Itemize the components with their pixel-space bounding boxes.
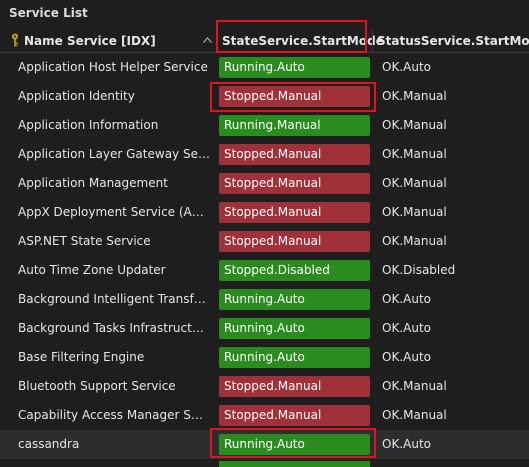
table-row[interactable]: Application Layer Gateway Service Stopped… (0, 140, 529, 169)
key-icon (12, 33, 18, 47)
column-header-status-label: StatusService.StartMode (377, 34, 529, 48)
state-cell: Running.Auto (219, 289, 370, 310)
status-cell: OK.Auto (382, 321, 431, 335)
status-cell: OK.Auto (382, 60, 431, 74)
table-row[interactable]: Application Information Running.Manual OK.… (0, 111, 529, 140)
status-cell: OK.Manual (382, 89, 447, 103)
status-cell: OK.Manual (382, 379, 447, 393)
service-name-cell: ASP.NET State Service (18, 234, 151, 248)
service-name-cell: cassandra (18, 437, 80, 451)
state-cell: Stopped.Manual (219, 144, 370, 165)
column-header-state[interactable]: StateService.StartMode (222, 30, 384, 52)
panel-title: Service List (9, 6, 88, 20)
sort-ascending-icon[interactable] (203, 37, 212, 43)
column-header-name-label: Name Service [IDX] (24, 34, 156, 48)
service-name-cell: Application Identity (18, 89, 135, 103)
state-cell-partial (219, 461, 370, 467)
service-list-panel: Service List Name Service [IDX] StateSer… (0, 0, 529, 467)
service-name-cell: Application Layer Gateway Service (18, 147, 210, 161)
column-separator[interactable] (372, 30, 373, 52)
table-row[interactable]: Application Management Stopped.Manual OK.M… (0, 169, 529, 198)
state-cell: Stopped.Manual (219, 86, 370, 107)
service-name-cell: Application Information (18, 118, 159, 132)
grid-header: Name Service [IDX] StateService.StartMod… (0, 30, 529, 53)
table-row[interactable]: ASP.NET State Service Stopped.Manual OK.Ma… (0, 227, 529, 256)
table-row[interactable]: Background Intelligent Transfer Se... Run… (0, 285, 529, 314)
state-cell: Stopped.Manual (219, 376, 370, 397)
state-cell: Running.Auto (219, 434, 370, 455)
table-row[interactable]: Application Host Helper Service Running.A… (0, 53, 529, 82)
state-cell: Stopped.Manual (219, 405, 370, 426)
state-cell: Running.Auto (219, 57, 370, 78)
grid-body: Application Host Helper Service Running.A… (0, 53, 529, 459)
table-row[interactable]: cassandra Running.Auto OK.Auto (0, 430, 529, 459)
table-row[interactable]: Base Filtering Engine Running.Auto OK.Auto (0, 343, 529, 372)
service-name-cell: Bluetooth Support Service (18, 379, 176, 393)
column-header-status[interactable]: StatusService.StartMode (377, 30, 529, 52)
status-cell: OK.Disabled (382, 263, 456, 277)
status-cell: OK.Manual (382, 408, 447, 422)
status-cell: OK.Auto (382, 437, 431, 451)
service-name-cell: Application Management (18, 176, 168, 190)
service-name-cell: Capability Access Manager Service (18, 408, 210, 422)
column-separator[interactable] (216, 30, 217, 52)
table-row[interactable]: Auto Time Zone Updater Stopped.Disabled OK… (0, 256, 529, 285)
column-header-state-label: StateService.StartMode (222, 34, 384, 48)
status-cell: OK.Auto (382, 350, 431, 364)
status-cell: OK.Auto (382, 292, 431, 306)
service-name-cell: Base Filtering Engine (18, 350, 145, 364)
state-cell: Running.Manual (219, 115, 370, 136)
state-cell: Running.Auto (219, 347, 370, 368)
service-name-cell: Background Intelligent Transfer Se... (18, 292, 210, 306)
service-name-cell: Application Host Helper Service (18, 60, 208, 74)
state-cell: Stopped.Manual (219, 173, 370, 194)
state-cell: Running.Auto (219, 318, 370, 339)
status-cell: OK.Manual (382, 147, 447, 161)
status-cell: OK.Manual (382, 118, 447, 132)
table-row[interactable]: Capability Access Manager Service Stopped… (0, 401, 529, 430)
service-name-cell: AppX Deployment Service (AppXS... (18, 205, 210, 219)
state-cell: Stopped.Disabled (219, 260, 370, 281)
status-cell: OK.Manual (382, 234, 447, 248)
status-cell: OK.Manual (382, 205, 447, 219)
table-row[interactable]: Application Identity Stopped.Manual OK.Man… (0, 82, 529, 111)
table-row[interactable]: Background Tasks Infrastructure S... Runn… (0, 314, 529, 343)
column-header-name[interactable]: Name Service [IDX] (10, 30, 216, 52)
service-name-cell: Background Tasks Infrastructure S... (18, 321, 210, 335)
service-name-cell: Auto Time Zone Updater (18, 263, 166, 277)
table-row[interactable]: AppX Deployment Service (AppXS... Stopped… (0, 198, 529, 227)
state-cell: Stopped.Manual (219, 202, 370, 223)
state-cell: Stopped.Manual (219, 231, 370, 252)
table-row[interactable]: Bluetooth Support Service Stopped.Manual O… (0, 372, 529, 401)
status-cell: OK.Manual (382, 176, 447, 190)
